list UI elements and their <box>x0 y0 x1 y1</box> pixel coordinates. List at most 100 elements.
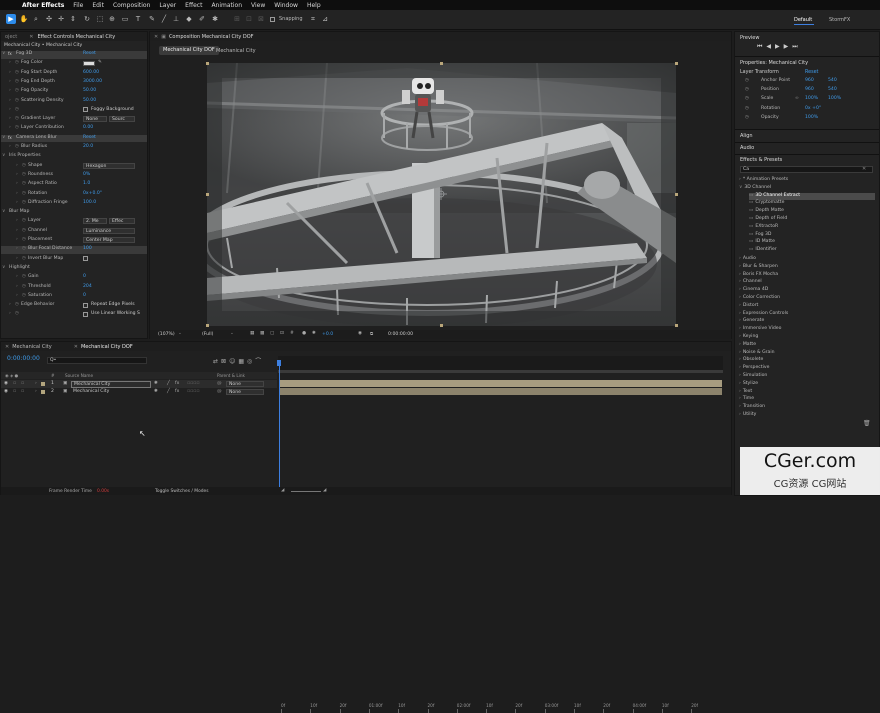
effect-prop-row[interactable]: ∨ fx Camera Lens Blur Reset <box>1 134 147 143</box>
effects-tree-item[interactable]: › Matte <box>739 342 875 349</box>
expand-arrow-icon[interactable]: › <box>35 389 37 394</box>
disclosure-triangle-icon[interactable]: ∨ <box>2 265 5 270</box>
brush-tool-icon[interactable]: ╱ <box>159 14 169 24</box>
layer-name[interactable]: Mechanical City <box>71 380 151 388</box>
expand-arrow-icon[interactable]: › <box>9 70 11 75</box>
motion-blur-icon[interactable]: ◎ <box>247 358 255 365</box>
frame-blending-icon[interactable]: ▦ <box>238 358 247 365</box>
bbox-handle[interactable] <box>206 324 209 327</box>
next-frame-icon[interactable]: ▶ <box>784 43 793 50</box>
effects-tree-item[interactable]: ∨ 3D Channel <box>739 185 875 192</box>
expand-arrow-icon[interactable]: › <box>9 98 11 103</box>
effects-tree-item[interactable]: › Noise & Grain <box>739 350 875 357</box>
transform-reset-link[interactable]: Reset <box>805 70 818 75</box>
transform-value-1[interactable]: 0x +0° <box>805 106 821 111</box>
transform-row[interactable]: ◷ Scale 100% 100% ∞ <box>735 96 879 104</box>
prop-value[interactable]: 0 <box>83 293 86 298</box>
disclosure-triangle-icon[interactable]: ∨ <box>2 209 5 214</box>
effects-tree-item[interactable]: › Channel <box>739 279 875 286</box>
effects-tree-item[interactable]: ▭ Cryptomatte <box>749 200 875 207</box>
prop-checkbox[interactable] <box>83 302 88 308</box>
disclosure-triangle-icon[interactable]: ∨ <box>2 153 5 158</box>
menu-file[interactable]: File <box>73 2 83 9</box>
workspace-stormfx[interactable]: StormFX <box>829 17 850 23</box>
close-icon[interactable]: ✕ <box>29 34 33 40</box>
stopwatch-icon[interactable]: ◷ <box>22 237 26 242</box>
effect-prop-row[interactable]: › ◷ Fog Start Depth 600.00 <box>1 70 147 78</box>
link-icon[interactable]: ∞ <box>795 96 799 101</box>
stopwatch-icon[interactable]: ◷ <box>15 302 19 307</box>
bbox-handle[interactable] <box>440 62 443 65</box>
transparency-grid-icon[interactable]: ▩ <box>260 331 264 336</box>
bbox-handle[interactable] <box>675 62 678 65</box>
effect-prop-row[interactable]: › ◷ Rotation 0x+0.0° <box>1 191 147 199</box>
effect-controls-tab[interactable]: Effect Controls Mechanical City <box>37 34 115 40</box>
effect-prop-row[interactable]: ∨ Blur Map <box>1 209 147 217</box>
transform-value-1[interactable]: 960 <box>805 87 814 92</box>
camera-tool-icon[interactable]: ⬚ <box>95 14 105 24</box>
snapping-checkbox[interactable] <box>270 17 275 22</box>
prop-dropdown-source[interactable]: Effec <box>109 218 135 225</box>
stopwatch-icon[interactable]: ◷ <box>22 256 26 261</box>
stopwatch-icon[interactable]: ◷ <box>15 107 19 112</box>
zoom-dropdown[interactable]: (107%) <box>158 332 175 337</box>
prop-dropdown-source[interactable]: Sourc <box>109 116 135 123</box>
menu-layer[interactable]: Layer <box>159 2 176 9</box>
effect-prop-row[interactable]: ∨ Iris Properties <box>1 153 147 161</box>
stopwatch-icon[interactable]: ◷ <box>15 144 19 149</box>
bbox-handle[interactable] <box>675 193 678 196</box>
rotate-tool-icon[interactable]: ↻ <box>82 14 92 24</box>
menu-help[interactable]: Help <box>307 2 321 9</box>
stopwatch-icon[interactable]: ◷ <box>745 115 749 120</box>
effect-prop-row[interactable]: › ◷ Gradient Layer None Sourc <box>1 116 147 124</box>
disclosure-triangle-icon[interactable]: ∨ <box>2 51 5 56</box>
effects-tree-item[interactable]: › Keying <box>739 334 875 341</box>
pen-tool-icon[interactable]: ✎ <box>147 14 157 24</box>
prev-frame-icon[interactable]: ◀ <box>766 43 775 50</box>
rectangle-tool-icon[interactable]: ▭ <box>120 14 130 24</box>
effects-search-input[interactable]: Ca <box>740 166 873 173</box>
effects-tree-item[interactable]: › Color Correction <box>739 295 875 302</box>
dolly-tool-icon[interactable]: ⇕ <box>68 14 78 24</box>
stopwatch-icon[interactable]: ◷ <box>15 79 19 84</box>
menu-composition[interactable]: Composition <box>113 2 150 9</box>
effects-tree-item[interactable]: › Text <box>739 389 875 396</box>
expand-arrow-icon[interactable]: › <box>9 116 11 121</box>
transform-value-2[interactable]: 540 <box>828 87 837 92</box>
menu-view[interactable]: View <box>251 2 265 9</box>
stamp-tool-icon[interactable]: ⊥ <box>171 14 181 24</box>
timeline-tab-dof[interactable]: Mechanical City DOF <box>81 344 133 350</box>
transform-value-1[interactable]: 960 <box>805 78 814 83</box>
eye-icon[interactable]: ◉ <box>4 381 8 386</box>
effects-tree-item[interactable]: ▭ 3D Channel Extract <box>749 192 875 200</box>
exposure-value[interactable]: +0.0 <box>322 332 333 337</box>
pickwhip-icon[interactable]: @ <box>217 381 222 386</box>
effect-prop-row[interactable]: › ◷ Scattering Density 50.00 <box>1 98 147 106</box>
effect-prop-row[interactable]: › ◷ Blur Radius 20.0 <box>1 144 147 152</box>
viewer-timecode[interactable]: 0:00:00:00 <box>388 332 413 337</box>
expand-arrow-icon[interactable]: › <box>16 256 18 261</box>
fx-switch-icon[interactable]: fx <box>175 389 179 394</box>
expand-arrow-icon[interactable]: › <box>16 191 18 196</box>
orbit-tool-icon[interactable]: ✣ <box>44 14 54 24</box>
stopwatch-icon[interactable]: ◷ <box>745 78 749 83</box>
effect-prop-row[interactable]: › ◷ Edge Behavior Repeat Edge Pixels <box>1 302 147 310</box>
expand-arrow-icon[interactable]: › <box>16 163 18 168</box>
menu-animation[interactable]: Animation <box>211 2 242 9</box>
effects-tree-item[interactable]: ▭ EXtractoR <box>749 224 875 231</box>
effects-tree-item[interactable]: ▭ Depth of Field <box>749 216 875 223</box>
bbox-handle[interactable] <box>206 193 209 196</box>
draft-3d-icon[interactable]: ⊠ <box>221 358 229 365</box>
effects-tree-item[interactable]: ▭ Depth Matte <box>749 208 875 215</box>
collapse-transform-icon[interactable]: ✺ <box>154 381 158 386</box>
stopwatch-icon[interactable]: ◷ <box>15 88 19 93</box>
stopwatch-icon[interactable]: ◷ <box>22 246 26 251</box>
prop-value[interactable]: 3000.00 <box>83 79 102 84</box>
prop-value[interactable]: 50.00 <box>83 98 96 103</box>
effects-tree-item[interactable]: › Perspective <box>739 365 875 372</box>
expand-arrow-icon[interactable]: › <box>16 228 18 233</box>
quality-icon[interactable]: ╱ <box>167 381 170 386</box>
comp-flowchart-icon[interactable]: ⇄ <box>213 358 221 365</box>
effects-tree-item[interactable]: › Expression Controls <box>739 311 875 318</box>
prop-dropdown[interactable]: None <box>83 116 107 123</box>
